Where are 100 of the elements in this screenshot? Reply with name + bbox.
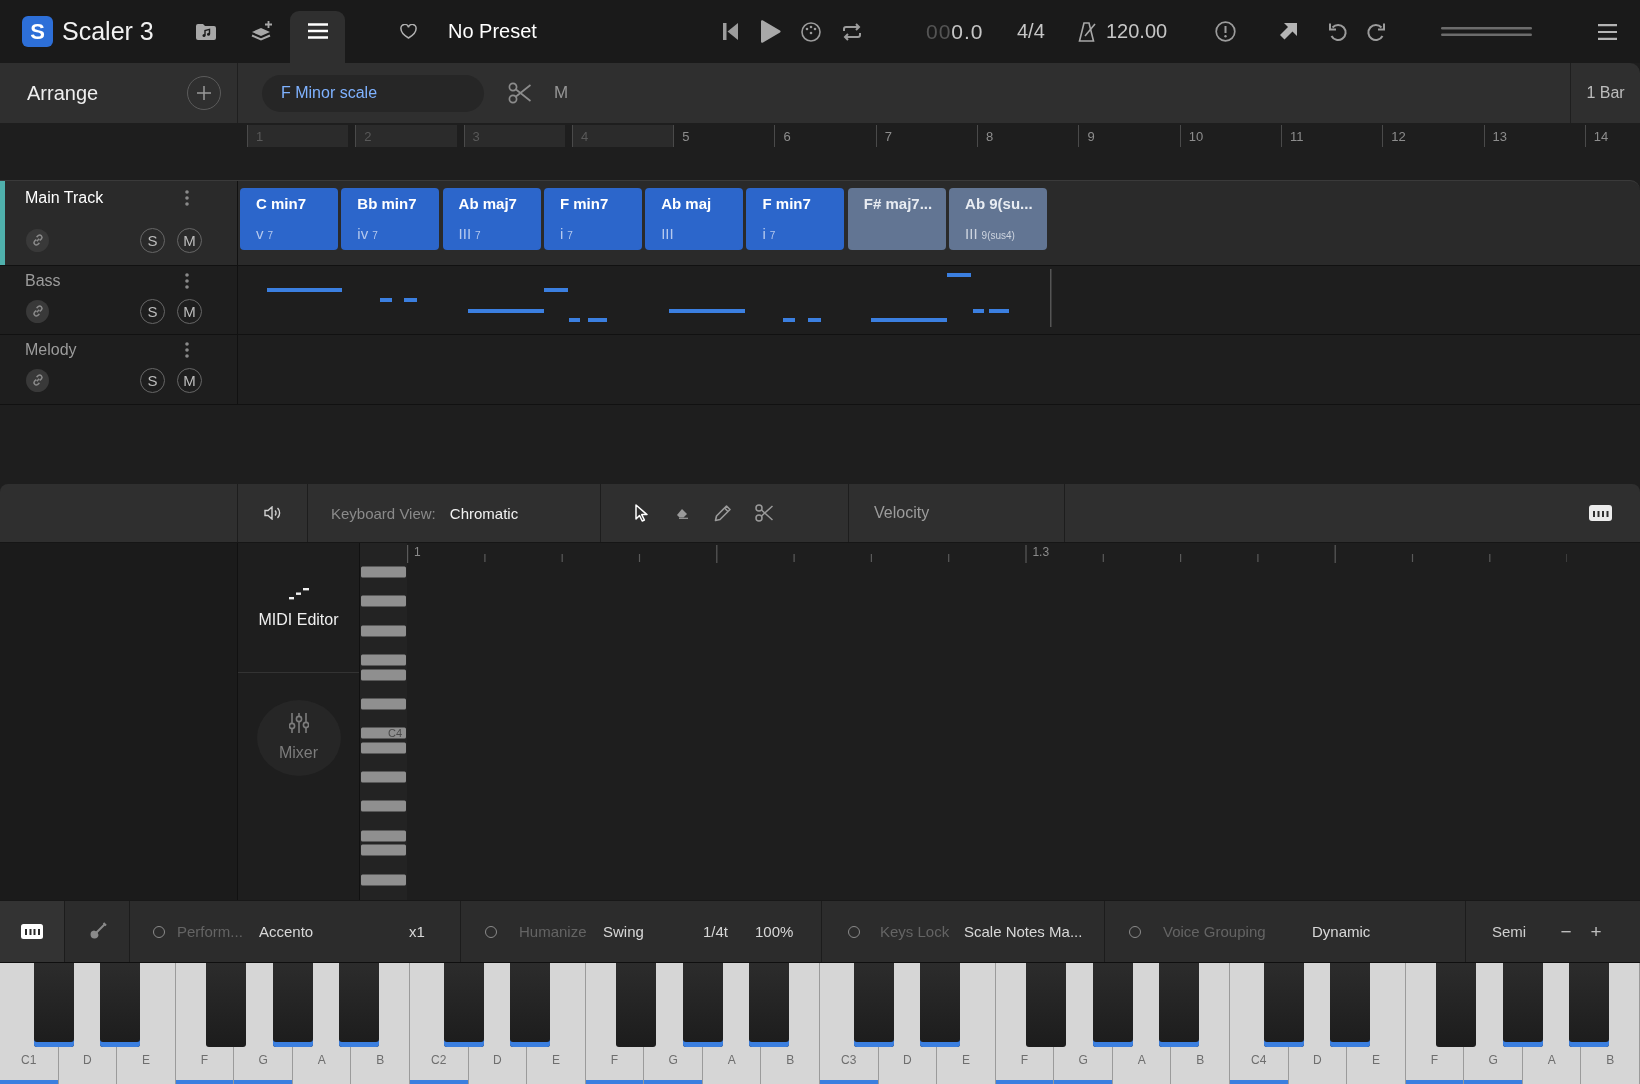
natural-key[interactable]: G xyxy=(1054,1047,1113,1084)
natural-key[interactable]: A xyxy=(292,1047,352,1084)
natural-key[interactable]: G xyxy=(234,1047,293,1084)
scale-selector[interactable]: F Minor scale xyxy=(262,74,484,112)
instrument-button[interactable] xyxy=(0,901,65,962)
natural-key[interactable]: A xyxy=(702,1047,762,1084)
sharp-key[interactable] xyxy=(1330,963,1370,1047)
ruler-bar[interactable]: 5 xyxy=(673,125,775,147)
natural-key[interactable]: G xyxy=(644,1047,703,1084)
chord-block[interactable]: Ab maj7 III 7 xyxy=(442,188,541,250)
ruler-bar[interactable]: 14 xyxy=(1584,125,1640,147)
sharp-key[interactable] xyxy=(444,963,484,1047)
natural-key[interactable]: A xyxy=(1522,1047,1582,1084)
bar-number: 13 xyxy=(1492,128,1508,144)
sharp-key[interactable] xyxy=(510,963,550,1047)
sharp-key[interactable] xyxy=(683,963,723,1047)
ruler-bar[interactable]: 12 xyxy=(1382,125,1484,147)
chord-degree: III xyxy=(965,225,978,242)
natural-key[interactable]: G xyxy=(1464,1047,1523,1084)
chord-block[interactable]: Bb min7 iv 7 xyxy=(341,188,440,250)
sharp-key[interactable] xyxy=(1503,963,1543,1047)
pencil-icon xyxy=(714,504,732,522)
natural-key[interactable]: B xyxy=(1581,1047,1640,1084)
natural-key[interactable]: C2 xyxy=(410,1047,469,1084)
natural-key[interactable]: C1 xyxy=(0,1047,59,1084)
natural-key[interactable]: D xyxy=(58,1047,118,1084)
tempo-value[interactable]: 120.00 xyxy=(1106,20,1211,43)
keyboard-icon xyxy=(1588,505,1612,521)
ruler-bar[interactable]: 8 xyxy=(977,125,1079,147)
natural-key[interactable]: C3 xyxy=(820,1047,879,1084)
tab[interactable] xyxy=(290,11,345,63)
natural-key[interactable]: E xyxy=(937,1047,996,1084)
natural-key[interactable]: B xyxy=(761,1047,821,1084)
sharp-key[interactable] xyxy=(34,963,74,1047)
option-value[interactable]: 100% xyxy=(755,923,794,940)
natural-key[interactable]: D xyxy=(1288,1047,1348,1084)
scissors-icon xyxy=(507,82,531,104)
chord-block[interactable]: Ab 9(su... III 9(sus4) xyxy=(949,188,1048,250)
option-value[interactable]: 1/4t xyxy=(703,923,755,940)
sharp-key[interactable] xyxy=(1159,963,1199,1047)
option-value[interactable]: Dynamic xyxy=(1312,923,1371,940)
decrease-button[interactable]: − xyxy=(1554,920,1578,943)
ruler-bar[interactable]: 9 xyxy=(1078,125,1180,147)
increase-button[interactable]: + xyxy=(1584,920,1608,943)
option-value[interactable]: x1 xyxy=(409,923,425,940)
sharp-key[interactable] xyxy=(1093,963,1133,1047)
natural-key[interactable]: E xyxy=(1347,1047,1406,1084)
ruler-bar[interactable]: 10 xyxy=(1179,125,1281,147)
natural-key[interactable]: D xyxy=(468,1047,528,1084)
sharp-key[interactable] xyxy=(100,963,140,1047)
track-row[interactable]: Melody S M xyxy=(0,335,1640,405)
option-value[interactable]: Scale Notes Ma... xyxy=(964,923,1083,940)
sharp-key[interactable] xyxy=(273,963,313,1047)
natural-key[interactable]: B xyxy=(351,1047,411,1084)
natural-key[interactable]: F xyxy=(1405,1047,1465,1084)
track-row[interactable]: Bass S M xyxy=(0,266,1640,335)
chord-block[interactable]: F min7 i 7 xyxy=(543,188,642,250)
option-value[interactable]: Swing xyxy=(603,923,703,940)
horizontal-bars-icon[interactable] xyxy=(1441,27,1532,36)
natural-key[interactable]: F xyxy=(995,1047,1055,1084)
chord-block[interactable]: C min7 v 7 xyxy=(240,188,338,250)
sharp-key[interactable] xyxy=(1264,963,1304,1047)
view-tab[interactable]: Mixer xyxy=(256,699,341,776)
sharp-key[interactable] xyxy=(749,963,789,1047)
natural-key[interactable]: C4 xyxy=(1230,1047,1289,1084)
sharp-key[interactable] xyxy=(854,963,894,1047)
chord-block[interactable]: F# maj7... xyxy=(847,188,946,250)
view-tab[interactable]: MIDI Editor xyxy=(246,567,351,648)
chord-block[interactable]: F min7 i 7 xyxy=(746,188,845,250)
layers-plus-icon xyxy=(250,21,273,41)
natural-key[interactable]: D xyxy=(878,1047,938,1084)
ruler-bar[interactable]: 13 xyxy=(1483,125,1585,147)
natural-key[interactable]: F xyxy=(175,1047,235,1084)
chord-name: Ab 9(su... xyxy=(965,195,1034,212)
natural-key[interactable]: A xyxy=(1112,1047,1172,1084)
time-signature[interactable]: 4/4 xyxy=(1017,20,1078,43)
ruler-bar[interactable]: 11 xyxy=(1280,125,1383,147)
chord-block[interactable]: Ab maj III xyxy=(645,188,744,250)
plus-icon xyxy=(197,86,211,100)
ruler-bar[interactable]: 7 xyxy=(875,125,978,147)
sharp-key[interactable] xyxy=(1569,963,1609,1047)
keyboard-view-value[interactable]: Chromatic xyxy=(449,504,519,522)
link-button[interactable] xyxy=(26,228,49,252)
option-value[interactable]: Accento xyxy=(259,923,409,940)
metronome-icon xyxy=(1078,21,1097,42)
chord-degree: v xyxy=(256,225,264,242)
lane-selector[interactable]: Velocity xyxy=(874,504,930,522)
link-button[interactable] xyxy=(26,368,49,392)
natural-key[interactable]: B xyxy=(1171,1047,1231,1084)
ruler-bar[interactable]: 6 xyxy=(774,125,876,147)
track-row[interactable]: Main Track S M C min7 v 7 Bb min7 iv 7 Ab maj7 III 7 F min7 i 7 Ab maj III F min7 i 7 F# maj7... Ab 9(su... III 9(sus4) xyxy=(0,180,1640,266)
mode-toggle[interactable]: M xyxy=(554,83,569,103)
sharp-key[interactable] xyxy=(339,963,379,1047)
natural-key[interactable]: E xyxy=(527,1047,586,1084)
sharp-key[interactable] xyxy=(920,963,960,1047)
natural-key[interactable]: F xyxy=(585,1047,645,1084)
section-title: Arrange xyxy=(27,81,100,105)
preset-name[interactable]: No Preset xyxy=(448,20,713,43)
natural-key[interactable]: E xyxy=(117,1047,176,1084)
link-button[interactable] xyxy=(26,299,49,323)
